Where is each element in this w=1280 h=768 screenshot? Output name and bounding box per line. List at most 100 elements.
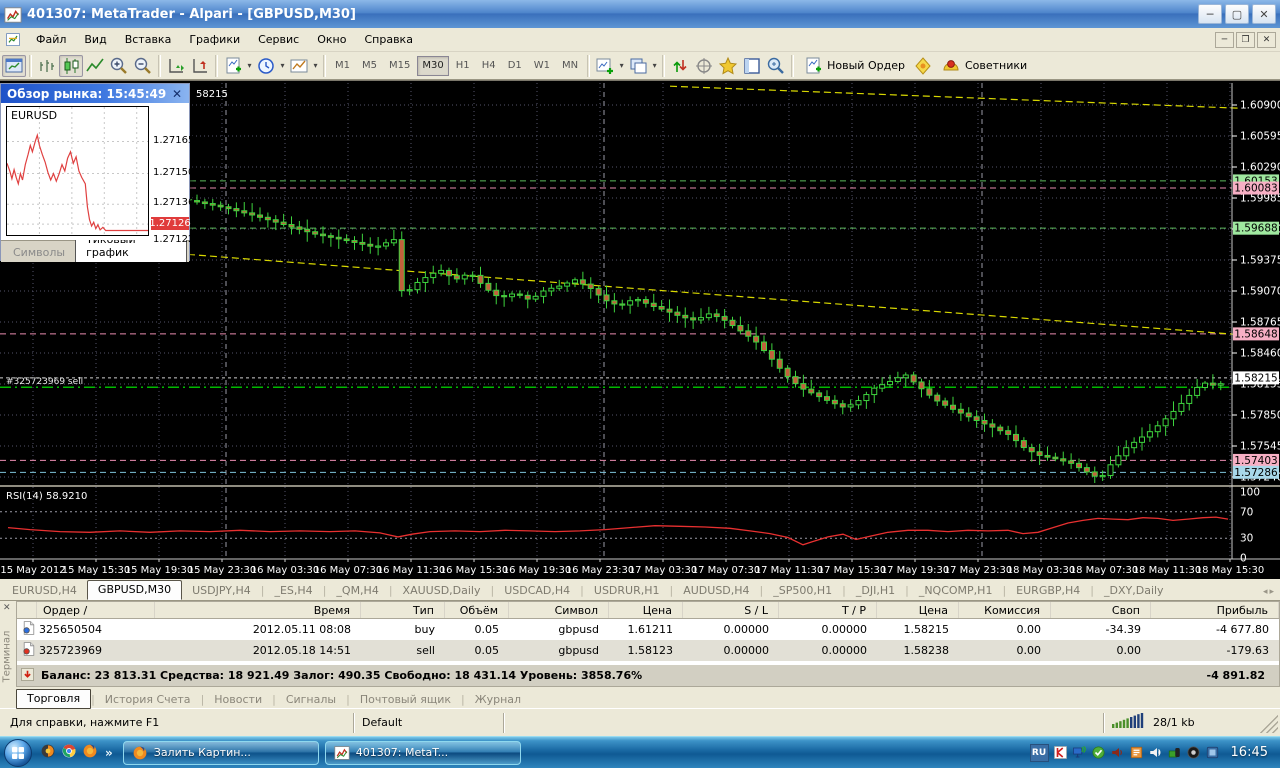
tab-scroll-left[interactable]: ◂ [1263,587,1268,597]
column-header[interactable]: Объём [445,602,509,618]
market-watch-titlebar[interactable]: Обзор рынка: 15:45:49 ✕ [1,84,189,103]
candlestick-chart-button[interactable] [59,55,83,77]
column-header[interactable]: Своп [1051,602,1151,618]
chart-tab-usdrur-h1[interactable]: USDRUR,H1 [584,582,670,600]
dictionary-icon[interactable] [1129,745,1145,761]
timeframe-d1-button[interactable]: D1 [503,56,527,76]
price-chart[interactable]: 15 May 201215 May 15:3015 May 19:3015 Ma… [0,81,1280,579]
chart-tab--qm-h4[interactable]: _QM,H4 [326,582,388,600]
quick-launch-overflow[interactable]: » [103,746,115,760]
round-app-icon[interactable] [1186,745,1202,761]
maximize-button[interactable]: ▢ [1225,4,1249,24]
auto-scroll-button[interactable] [164,55,188,77]
blue-app-icon[interactable] [1205,745,1221,761]
bar-chart-button[interactable] [35,55,59,77]
terminal-tab-3[interactable]: Сигналы [276,691,346,709]
network-status-icon[interactable] [1072,745,1088,761]
timeframe-mn-button[interactable]: MN [557,56,583,76]
task-button-metatrader[interactable]: 401307: MetaT... [325,741,521,765]
resize-grip[interactable] [1258,713,1278,733]
close-button[interactable]: ✕ [1252,4,1276,24]
terminal-tab-trade[interactable]: Торговля [16,689,91,709]
timeframe-m30-button[interactable]: M30 [417,56,448,76]
column-header[interactable]: Тип [361,602,445,618]
timeframe-h4-button[interactable]: H4 [477,56,501,76]
chart-tab--dji-h1[interactable]: _DJI,H1 [846,582,905,600]
terminal-tab-5[interactable]: Журнал [465,691,531,709]
language-indicator[interactable]: RU [1030,744,1049,762]
market-watch-close-icon[interactable]: ✕ [169,87,185,101]
chart-tab-audusd-h4[interactable]: AUDUSD,H4 [673,582,759,600]
dropdown-arrow-icon[interactable]: ▾ [278,55,287,77]
chart-tab--es-h4[interactable]: _ES,H4 [264,582,322,600]
tick-chart[interactable]: EURUSD [6,106,149,236]
order-row[interactable]: 3257239692012.05.18 14:51sell0.05gbpusd1… [17,640,1279,661]
dropdown-arrow-icon[interactable]: ▾ [245,55,254,77]
chart-window-button[interactable] [2,55,26,77]
menu-вид[interactable]: Вид [75,30,115,49]
chart-tab--nqcomp-h1[interactable]: _NQCOMP,H1 [909,582,1003,600]
chart-tab-usdcad-h4[interactable]: USDCAD,H4 [494,582,580,600]
terminal-panel-button[interactable] [740,55,764,77]
red-speaker-icon[interactable] [1110,745,1126,761]
quick-launch-firefox[interactable] [82,743,98,762]
templates-button[interactable] [287,55,311,77]
tester-button[interactable] [764,55,788,77]
market-watch-tab-symbols[interactable]: Символы [3,244,75,262]
indicators-button[interactable] [221,55,245,77]
chart-tab-xauusd-daily[interactable]: XAUUSD,Daily [393,582,491,600]
chart-tab-gbpusd-m30[interactable]: GBPUSD,M30 [87,580,182,600]
column-header[interactable]: Комиссия [959,602,1051,618]
green-check-icon[interactable] [1091,745,1107,761]
periods-button[interactable] [254,55,278,77]
new-chart-button[interactable] [593,55,617,77]
dropdown-arrow-icon[interactable]: ▾ [311,55,320,77]
menu-вставка[interactable]: Вставка [116,30,181,49]
menu-справка[interactable]: Справка [355,30,421,49]
menu-окно[interactable]: Окно [308,30,355,49]
crosshair-button[interactable] [692,55,716,77]
taskbar-clock[interactable]: 16:45 [1225,745,1276,760]
timeframe-m15-button[interactable]: M15 [384,56,415,76]
advisors-button[interactable]: Советники [935,55,1033,77]
task-button-firefox[interactable]: Залить Картин... [123,741,319,765]
quick-launch-app1[interactable] [40,743,56,762]
chart-tab-usdjpy-h4[interactable]: USDJPY,H4 [182,582,261,600]
column-header[interactable]: Символ [509,602,609,618]
column-header[interactable]: Прибыль [1151,602,1279,618]
objects-button[interactable] [716,55,740,77]
chart-restore-button[interactable]: ❐ [1236,32,1255,48]
column-header[interactable]: T / P [779,602,877,618]
terminal-tab-4[interactable]: Почтовый ящик [350,691,461,709]
chart-tab--dxy-daily[interactable]: _DXY,Daily [1094,582,1174,600]
timeframe-m5-button[interactable]: M5 [357,56,382,76]
line-chart-button[interactable] [83,55,107,77]
metaeditor-button[interactable] [911,55,935,77]
column-header[interactable]: Цена [877,602,959,618]
menu-графики[interactable]: Графики [180,30,249,49]
new-order-button[interactable]: Новый Ордер [797,55,911,77]
usb-device-icon[interactable] [1167,745,1183,761]
start-button[interactable] [4,739,32,767]
profiles-button[interactable] [626,55,650,77]
zoom-in-button[interactable] [107,55,131,77]
column-header[interactable]: Время [155,602,361,618]
terminal-close-icon[interactable]: ✕ [3,603,11,613]
order-row[interactable]: 3256505042012.05.11 08:08buy0.05gbpusd1.… [17,619,1279,640]
tab-scroll-right[interactable]: ▸ [1269,587,1274,597]
timeframe-h1-button[interactable]: H1 [451,56,475,76]
zoom-out-button[interactable] [131,55,155,77]
chart-tab--sp500-h1[interactable]: _SP500,H1 [763,582,842,600]
speaker-icon[interactable] [1148,745,1164,761]
minimize-button[interactable]: ─ [1198,4,1222,24]
dropdown-arrow-icon[interactable]: ▾ [617,55,626,77]
chart-tab-eurgbp-h4[interactable]: EURGBP,H4 [1006,582,1090,600]
column-header[interactable]: Цена [609,602,683,618]
column-header[interactable]: Ордер / [37,602,155,618]
quick-launch-chrome[interactable] [61,743,77,762]
dropdown-arrow-icon[interactable]: ▾ [650,55,659,77]
terminal-tab-2[interactable]: Новости [204,691,272,709]
orders-table-header[interactable]: Ордер /ВремяТипОбъёмСимволЦенаS / LT / P… [17,602,1279,619]
chart-tab-eurusd-h4[interactable]: EURUSD,H4 [2,582,87,600]
terminal-tab-1[interactable]: История Счета [95,691,201,709]
